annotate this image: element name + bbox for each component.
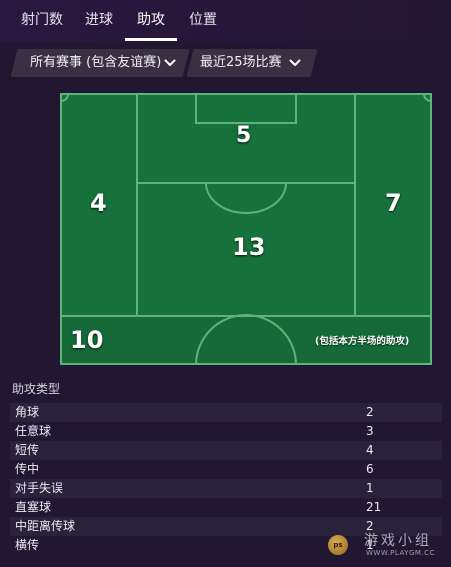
assist-type-label: 中距离传球	[15, 519, 76, 533]
table-row: 传中 6	[10, 460, 442, 479]
assist-type-label: 任意球	[15, 424, 52, 438]
competition-dropdown[interactable]: 所有赛事 (包含友谊赛)	[10, 49, 190, 77]
assist-type-value: 1	[366, 481, 374, 495]
assist-type-label: 横传	[15, 538, 40, 552]
tab-bar: 射门数 进球 助攻 位置	[0, 0, 451, 42]
active-tab-indicator	[125, 38, 177, 41]
assist-type-label: 短传	[15, 443, 40, 457]
competition-dropdown-label: 所有赛事 (包含友谊赛)	[30, 55, 162, 70]
tab-positions[interactable]: 位置	[180, 0, 226, 42]
chevron-down-icon	[289, 59, 301, 66]
assist-types-title: 助攻类型	[12, 382, 61, 396]
table-row: 直塞球 21	[10, 498, 442, 517]
zone-center-count: 13	[232, 233, 266, 261]
table-row: 角球 2	[10, 403, 442, 422]
zone-right-wing-count: 7	[385, 189, 402, 217]
assist-type-value: 6	[366, 462, 374, 476]
assist-type-value: 21	[366, 500, 382, 514]
match-range-dropdown-label: 最近25场比赛	[200, 55, 282, 70]
tab-assists[interactable]: 助攻	[128, 0, 174, 42]
table-row: 短传 4	[10, 441, 442, 460]
zone-left-wing-count: 4	[90, 189, 107, 217]
assist-type-value: 2	[366, 405, 374, 419]
assist-zone-pitch: 5 4 7 13 10 (包括本方半场的助攻)	[60, 93, 432, 365]
assist-type-label: 传中	[15, 462, 40, 476]
tab-goals[interactable]: 进球	[76, 0, 122, 42]
table-row: 对手失误 1	[10, 479, 442, 498]
watermark-url: WWW.PLAYGM.CC	[366, 549, 435, 557]
match-range-dropdown[interactable]: 最近25场比赛	[186, 49, 318, 77]
own-half-note: (包括本方半场的助攻)	[315, 336, 410, 347]
tab-shots[interactable]: 射门数	[14, 0, 70, 42]
assist-type-value: 4	[366, 443, 374, 457]
assist-type-label: 直塞球	[15, 500, 52, 514]
assist-type-label: 角球	[15, 405, 40, 419]
assist-type-label: 对手失误	[15, 481, 64, 495]
watermark-title: 游戏小组	[364, 533, 432, 549]
zone-top-box-count: 5	[236, 123, 252, 148]
assist-type-value: 3	[366, 424, 374, 438]
zone-own-half-count: 10	[70, 326, 104, 354]
table-row: 任意球 3	[10, 422, 442, 441]
chevron-down-icon	[164, 59, 176, 66]
watermark-badge-icon: ps	[328, 535, 348, 555]
